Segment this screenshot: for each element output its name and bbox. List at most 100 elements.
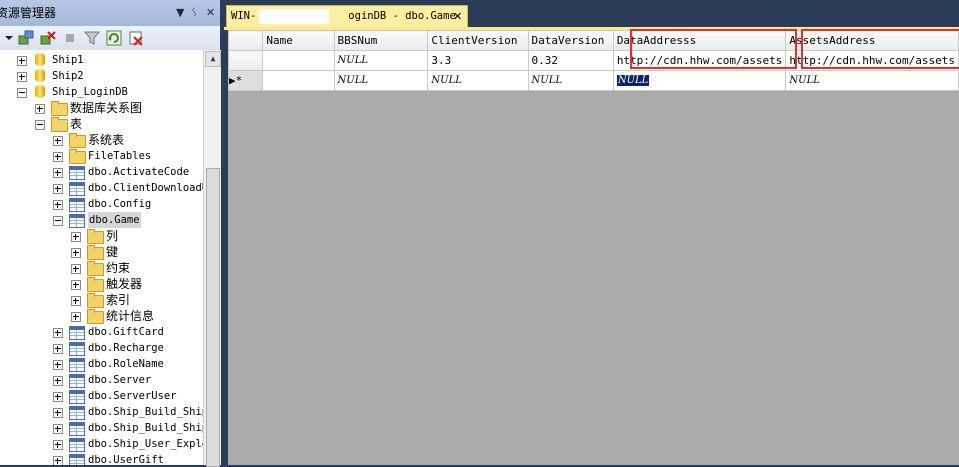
cell-dataaddresss[interactable]: NULL: [612, 70, 787, 91]
tree-item-node-14[interactable]: 触发器: [0, 276, 203, 292]
cell-clientversion[interactable]: 3.3: [427, 50, 529, 71]
column-header-clientversion[interactable]: ClientVersion: [427, 30, 529, 51]
cell-bbsnum[interactable]: NULL: [333, 70, 429, 91]
cell-dataaddresss[interactable]: http://cdn.hhw.com/assets: [612, 50, 787, 71]
tree-item-node-3[interactable]: 数据库关系图: [0, 100, 203, 116]
scroll-up-arrow-icon[interactable]: ▲: [205, 51, 221, 67]
tree-item-node-12[interactable]: 键: [0, 244, 203, 260]
refresh-icon[interactable]: [106, 30, 122, 46]
row-selector-new[interactable]: ▶*: [227, 70, 264, 91]
selected-null-value: NULL: [616, 75, 650, 86]
tree-item-dbo-serveruser[interactable]: dbo.ServerUser: [0, 388, 203, 404]
table-icon: [69, 438, 85, 452]
expand-icon[interactable]: [53, 424, 63, 434]
tree-item-filetables[interactable]: FileTables: [0, 148, 203, 164]
cell-dataversion[interactable]: NULL: [527, 70, 614, 91]
expand-icon[interactable]: [53, 152, 63, 162]
tree-item-node-4[interactable]: 表: [0, 116, 203, 132]
tree-item-dbo-usergift[interactable]: dbo.UserGift: [0, 452, 203, 465]
table-icon: [69, 182, 85, 196]
cell-dataversion[interactable]: 0.32: [527, 50, 614, 71]
expand-icon[interactable]: [71, 248, 81, 258]
expand-icon[interactable]: [53, 168, 63, 178]
cell-name[interactable]: [262, 70, 335, 91]
connect-icon[interactable]: [18, 30, 34, 46]
tree-item-ship1[interactable]: Ship1: [0, 52, 203, 68]
expand-icon[interactable]: [53, 328, 63, 338]
tree-item-node-16[interactable]: 统计信息: [0, 308, 203, 324]
expand-icon[interactable]: [17, 72, 27, 82]
tree-item-ship-logindb[interactable]: Ship_LoginDB: [0, 84, 203, 100]
expand-icon[interactable]: [71, 280, 81, 290]
object-explorer-title-bar: 资源管理器 ▼ ᛊ ✕: [0, 0, 220, 26]
expand-icon[interactable]: [53, 136, 63, 146]
grid-corner[interactable]: [227, 30, 264, 51]
tree-item-label: dbo.Ship_Build_Ship: [88, 422, 203, 434]
expand-icon[interactable]: [53, 184, 63, 194]
cell-bbsnum[interactable]: NULL: [333, 50, 429, 71]
expand-icon[interactable]: [53, 456, 63, 465]
tree-item-dbo-ship-build-ship[interactable]: dbo.Ship_Build_Ship: [0, 404, 203, 420]
row-selector[interactable]: [227, 50, 264, 71]
close-panel-icon[interactable]: ✕: [206, 0, 215, 26]
tree-item-dbo-recharge[interactable]: dbo.Recharge: [0, 340, 203, 356]
folder-icon: [87, 261, 104, 276]
tab-dbo-game[interactable]: WIN-oginDB - dbo.Game ✕: [226, 5, 468, 27]
expand-icon[interactable]: [53, 360, 63, 370]
tree-item-dbo-ship-user-explo[interactable]: dbo.Ship_User_Explo: [0, 436, 203, 452]
expand-icon[interactable]: [71, 264, 81, 274]
tree-item-ship2[interactable]: Ship2: [0, 68, 203, 84]
stop-icon[interactable]: [62, 30, 78, 46]
column-header-bbsnum[interactable]: BBSNum: [333, 30, 429, 51]
expand-icon[interactable]: [35, 104, 45, 114]
filter-icon[interactable]: [84, 30, 100, 46]
tree-item-dbo-game[interactable]: dbo.Game: [0, 212, 203, 228]
table-row-new[interactable]: ▶* NULL NULL NULL NULL NULL: [227, 70, 959, 91]
collapse-icon[interactable]: [53, 216, 63, 226]
column-header-dataaddresss[interactable]: DataAddresss: [612, 30, 787, 51]
expand-icon[interactable]: [53, 392, 63, 402]
column-header-assetsaddress[interactable]: AssetsAddress: [785, 30, 959, 51]
tree-item-label: dbo.Ship_Build_Ship: [88, 406, 203, 418]
expand-icon[interactable]: [53, 344, 63, 354]
tree-item-dbo-rolename[interactable]: dbo.RoleName: [0, 356, 203, 372]
expand-icon[interactable]: [71, 312, 81, 322]
close-tab-icon[interactable]: ✕: [453, 6, 462, 27]
connect-dropdown-icon[interactable]: [2, 30, 18, 46]
collapse-icon[interactable]: [17, 88, 27, 98]
tree-item-dbo-clientdownloadu[interactable]: dbo.ClientDownloadU: [0, 180, 203, 196]
expand-icon[interactable]: [53, 200, 63, 210]
window-position-dropdown-icon[interactable]: ▼: [176, 0, 184, 26]
scroll-thumb[interactable]: [206, 168, 220, 467]
cell-name[interactable]: [262, 50, 335, 71]
tree-item-dbo-config[interactable]: dbo.Config: [0, 196, 203, 212]
tree-item-label: 触发器: [106, 277, 143, 291]
tree-item-node-5[interactable]: 系统表: [0, 132, 203, 148]
column-header-dataversion[interactable]: DataVersion: [527, 30, 614, 51]
cell-clientversion[interactable]: NULL: [427, 70, 529, 91]
tree-item-node-11[interactable]: 列: [0, 228, 203, 244]
expand-icon[interactable]: [53, 376, 63, 386]
tree-item-dbo-giftcard[interactable]: dbo.GiftCard: [0, 324, 203, 340]
cell-assetsaddress[interactable]: NULL: [785, 70, 959, 91]
tree-vertical-scrollbar[interactable]: ▲: [203, 50, 221, 467]
table-row[interactable]: NULL 3.3 0.32 http://cdn.hhw.com/assets …: [227, 50, 959, 71]
pin-icon[interactable]: ᛊ: [191, 0, 198, 26]
tree-item-node-13[interactable]: 约束: [0, 260, 203, 276]
tree-item-node-15[interactable]: 索引: [0, 292, 203, 308]
expand-icon[interactable]: [71, 232, 81, 242]
tree-item-dbo-ship-build-ship[interactable]: dbo.Ship_Build_Ship: [0, 420, 203, 436]
folder-icon: [69, 149, 86, 164]
tree-item-dbo-server[interactable]: dbo.Server: [0, 372, 203, 388]
expand-icon[interactable]: [71, 296, 81, 306]
expand-icon[interactable]: [53, 440, 63, 450]
object-explorer-toolbar: [0, 26, 220, 51]
tree-item-dbo-activatecode[interactable]: dbo.ActivateCode: [0, 164, 203, 180]
cell-assetsaddress[interactable]: http://cdn.hhw.com/assets: [785, 50, 959, 71]
column-header-name[interactable]: Name: [262, 30, 335, 51]
collapse-icon[interactable]: [35, 120, 45, 130]
disconnect-icon[interactable]: [40, 30, 56, 46]
expand-icon[interactable]: [17, 56, 27, 66]
expand-icon[interactable]: [53, 408, 63, 418]
delete-icon[interactable]: [128, 30, 144, 46]
